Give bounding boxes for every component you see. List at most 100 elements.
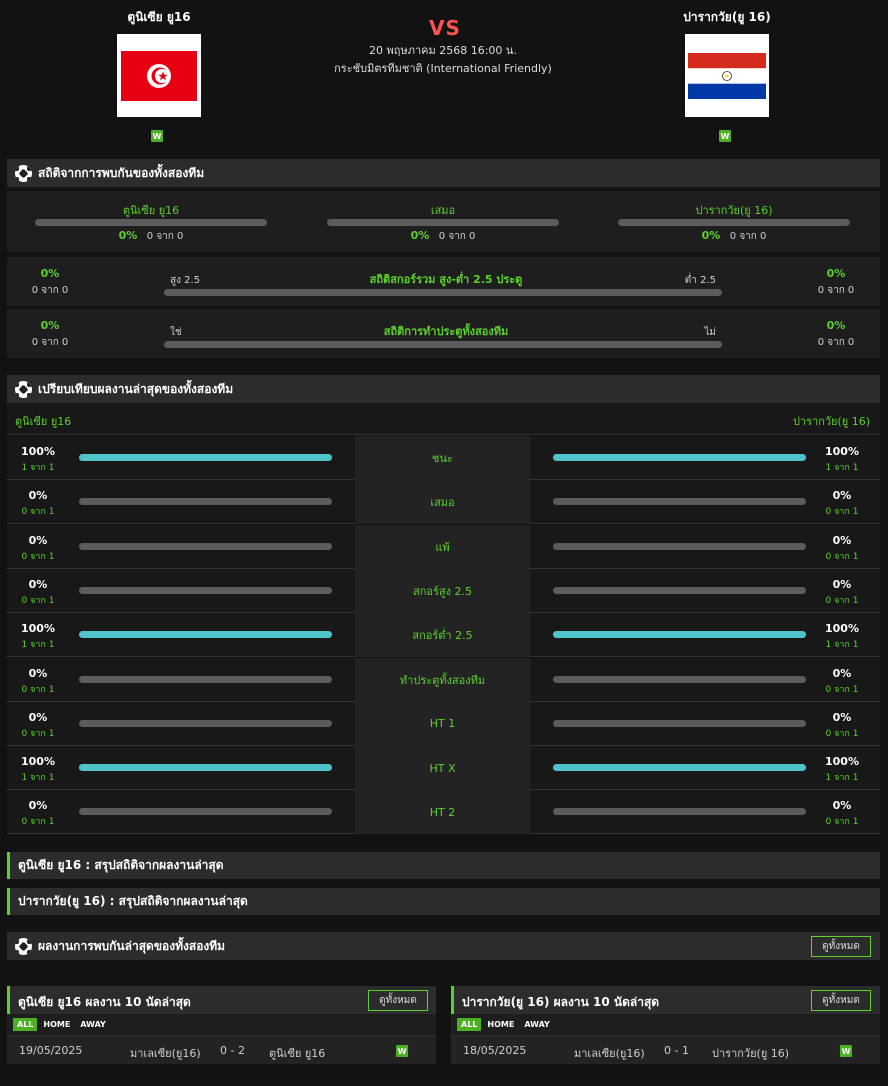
h2h-away-pct: 0%: [701, 229, 721, 242]
ou-bar: [164, 289, 722, 296]
home-summary-bar[interactable]: ตูนิเซีย ยู16 : สรุปสถิติจากผลงานล่าสุด: [7, 852, 880, 879]
compare-row: 100% 1 จาก 1 HT X 100% 1 จาก 1: [7, 746, 880, 791]
compare-row: 0% 0 จาก 1 สกอร์สูง 2.5 0% 0 จาก 1: [7, 568, 880, 613]
away-last10-title: ปารากวัย(ยู 16) ผลงาน 10 นัดล่าสุด: [462, 995, 660, 1009]
home-bar-fill: [79, 764, 332, 772]
match-datetime: 20 พฤษภาคม 2568 16:00 น.: [369, 44, 517, 57]
away-pct: 0%: [832, 533, 852, 547]
tab-home[interactable]: HOME: [483, 1018, 518, 1031]
away-count: 1 จาก 1: [825, 773, 859, 784]
table-row[interactable]: 19/05/2025 มาเลเซีย(ยู16) 0 - 2 ตูนิเซีย…: [7, 1035, 436, 1064]
table-row[interactable]: 18/05/2025 มาเลเซีย(ยู16) 0 - 1 ปารากวัย…: [451, 1035, 880, 1064]
away-bar: [553, 719, 806, 727]
home-count: 1 จาก 1: [21, 640, 55, 651]
home-count: 1 จาก 1: [21, 773, 55, 784]
home-bar-fill: [79, 454, 332, 461]
home-count: 0 จาก 1: [21, 684, 55, 695]
compare-row: 0% 0 จาก 1 HT 1 0% 0 จาก 1: [7, 701, 880, 746]
match-result-badge: W: [840, 1045, 852, 1057]
away-last10-tabs: ALL HOME AWAY: [457, 1018, 554, 1031]
home-team-flag[interactable]: [117, 34, 201, 117]
home-last10-title: ตูนิเซีย ยู16 ผลงาน 10 นัดล่าสุด: [18, 995, 191, 1009]
home-pct: 0%: [28, 710, 48, 724]
compare-row: 100% 1 จาก 1 สกอร์ต่ำ 2.5 100% 1 จาก 1: [7, 613, 880, 658]
ou-left-count: 0 จาก 0: [31, 285, 69, 296]
away-bar: [553, 631, 806, 639]
away-pct: 100%: [825, 622, 859, 636]
ou-right-pct: 0%: [826, 267, 846, 280]
away-bar-fill: [553, 454, 806, 461]
match-date: 19/05/2025: [19, 1044, 83, 1057]
home-bar: [79, 808, 332, 816]
away-pct: 100%: [825, 445, 859, 458]
btts-right-label: ไม่: [704, 327, 716, 338]
away-count: 1 จาก 1: [825, 640, 859, 651]
home-count: 0 จาก 1: [21, 595, 55, 606]
tab-away[interactable]: AWAY: [520, 1018, 554, 1031]
recent-h2h-title: ผลงานการพบกันล่าสุดของทั้งสองทีม: [38, 938, 226, 953]
compare-section-header: เปรียบเทียบผลงานล่าสุดของทั้งสองทีม: [7, 375, 880, 403]
home-team-name[interactable]: ตูนิเซีย ยู16: [59, 8, 259, 27]
compare-team-labels: ตูนิเซีย ยู16 ปารากวัย(ยู 16): [7, 403, 880, 435]
football-icon: [15, 937, 32, 955]
compare-label: ชนะ: [355, 436, 530, 480]
away-count: 0 จาก 1: [825, 507, 859, 518]
away-count: 0 จาก 1: [825, 595, 859, 606]
away-bar: [553, 586, 806, 594]
away-last10-view-all-button[interactable]: ดูทั้งหมด: [811, 990, 871, 1011]
away-count: 1 จาก 1: [825, 463, 859, 473]
h2h-section-header: สถิติจากการพบกันของทั้งสองทีม: [7, 159, 880, 187]
tab-all[interactable]: ALL: [13, 1018, 38, 1031]
home-pct: 0%: [28, 489, 48, 503]
home-pct: 100%: [21, 755, 55, 769]
match-score: 0 - 2: [220, 1044, 245, 1057]
away-last10-panel: ปารากวัย(ยู 16) ผลงาน 10 นัดล่าสุด ดูทั้…: [451, 986, 880, 1064]
away-count: 0 จาก 1: [825, 684, 859, 695]
home-bar-fill: [79, 631, 332, 639]
match-away-team: ปารากวัย(ยู 16): [712, 1047, 790, 1060]
compare-row: 0% 0 จาก 1 แพ้ 0% 0 จาก 1: [7, 524, 880, 569]
football-icon: [15, 380, 32, 398]
away-bar-fill: [553, 631, 806, 639]
compare-label: HT 1: [355, 701, 530, 746]
ou-title: สถิติสกอร์รวม สูง-ต่ำ 2.5 ประตู: [369, 273, 523, 286]
compare-label: ทำประตูทั้งสองทีม: [355, 657, 530, 702]
compare-home-label: ตูนิเซีย ยู16: [15, 415, 72, 428]
away-team-flag[interactable]: [685, 34, 769, 117]
compare-label: HT X: [355, 746, 530, 791]
compare-away-label: ปารากวัย(ยู 16): [792, 415, 870, 428]
h2h-home-pct: 0%: [118, 229, 138, 242]
h2h-away-label: ปารากวัย(ยู 16): [695, 204, 773, 217]
home-bar: [79, 542, 332, 550]
away-bar-fill: [553, 764, 806, 772]
match-competition: กระชับมิตรทีมชาติ (International Friendl…: [334, 62, 552, 75]
away-count: 0 จาก 1: [825, 817, 859, 828]
match-home-team: มาเลเซีย(ยู16): [130, 1047, 201, 1060]
match-away-team: ตูนิเซีย ยู16: [269, 1047, 326, 1060]
home-last10-view-all-button[interactable]: ดูทั้งหมด: [368, 990, 428, 1011]
btts-left-pct: 0%: [40, 319, 60, 332]
home-summary-title: ตูนิเซีย ยู16 : สรุปสถิติจากผลงานล่าสุด: [18, 858, 224, 872]
home-pct: 0%: [28, 799, 48, 813]
h2h-away-bar: [618, 219, 850, 226]
home-bar: [79, 586, 332, 594]
away-summary-bar[interactable]: ปารากวัย(ยู 16) : สรุปสถิติจากผลงานล่าสุ…: [7, 888, 880, 915]
tab-away[interactable]: AWAY: [76, 1018, 110, 1031]
away-team-name[interactable]: ปารากวัย(ยู 16): [627, 8, 827, 27]
home-pct: 0%: [28, 577, 48, 591]
compare-label: เสมอ: [355, 480, 530, 525]
h2h-home-count: 0 จาก 0: [146, 231, 184, 242]
paraguay-flag-icon: [688, 52, 766, 99]
h2h-away-count: 0 จาก 0: [729, 231, 767, 242]
h2h-draw-label: เสมอ: [430, 204, 456, 217]
away-pct: 0%: [832, 710, 852, 724]
tunisia-flag-icon: [121, 50, 197, 101]
recent-h2h-view-all-button[interactable]: ดูทั้งหมด: [811, 936, 871, 957]
compare-label: แพ้: [355, 524, 530, 569]
tab-home[interactable]: HOME: [39, 1018, 74, 1031]
h2h-section-title: สถิติจากการพบกันของทั้งสองทีม: [38, 165, 205, 180]
tab-all[interactable]: ALL: [457, 1018, 482, 1031]
home-count: 1 จาก 1: [21, 463, 55, 473]
h2h-over-under-panel: 0% 0 จาก 0 สูง 2.5 สถิติสกอร์รวม สูง-ต่ำ…: [7, 257, 880, 306]
btts-bar: [164, 341, 722, 348]
